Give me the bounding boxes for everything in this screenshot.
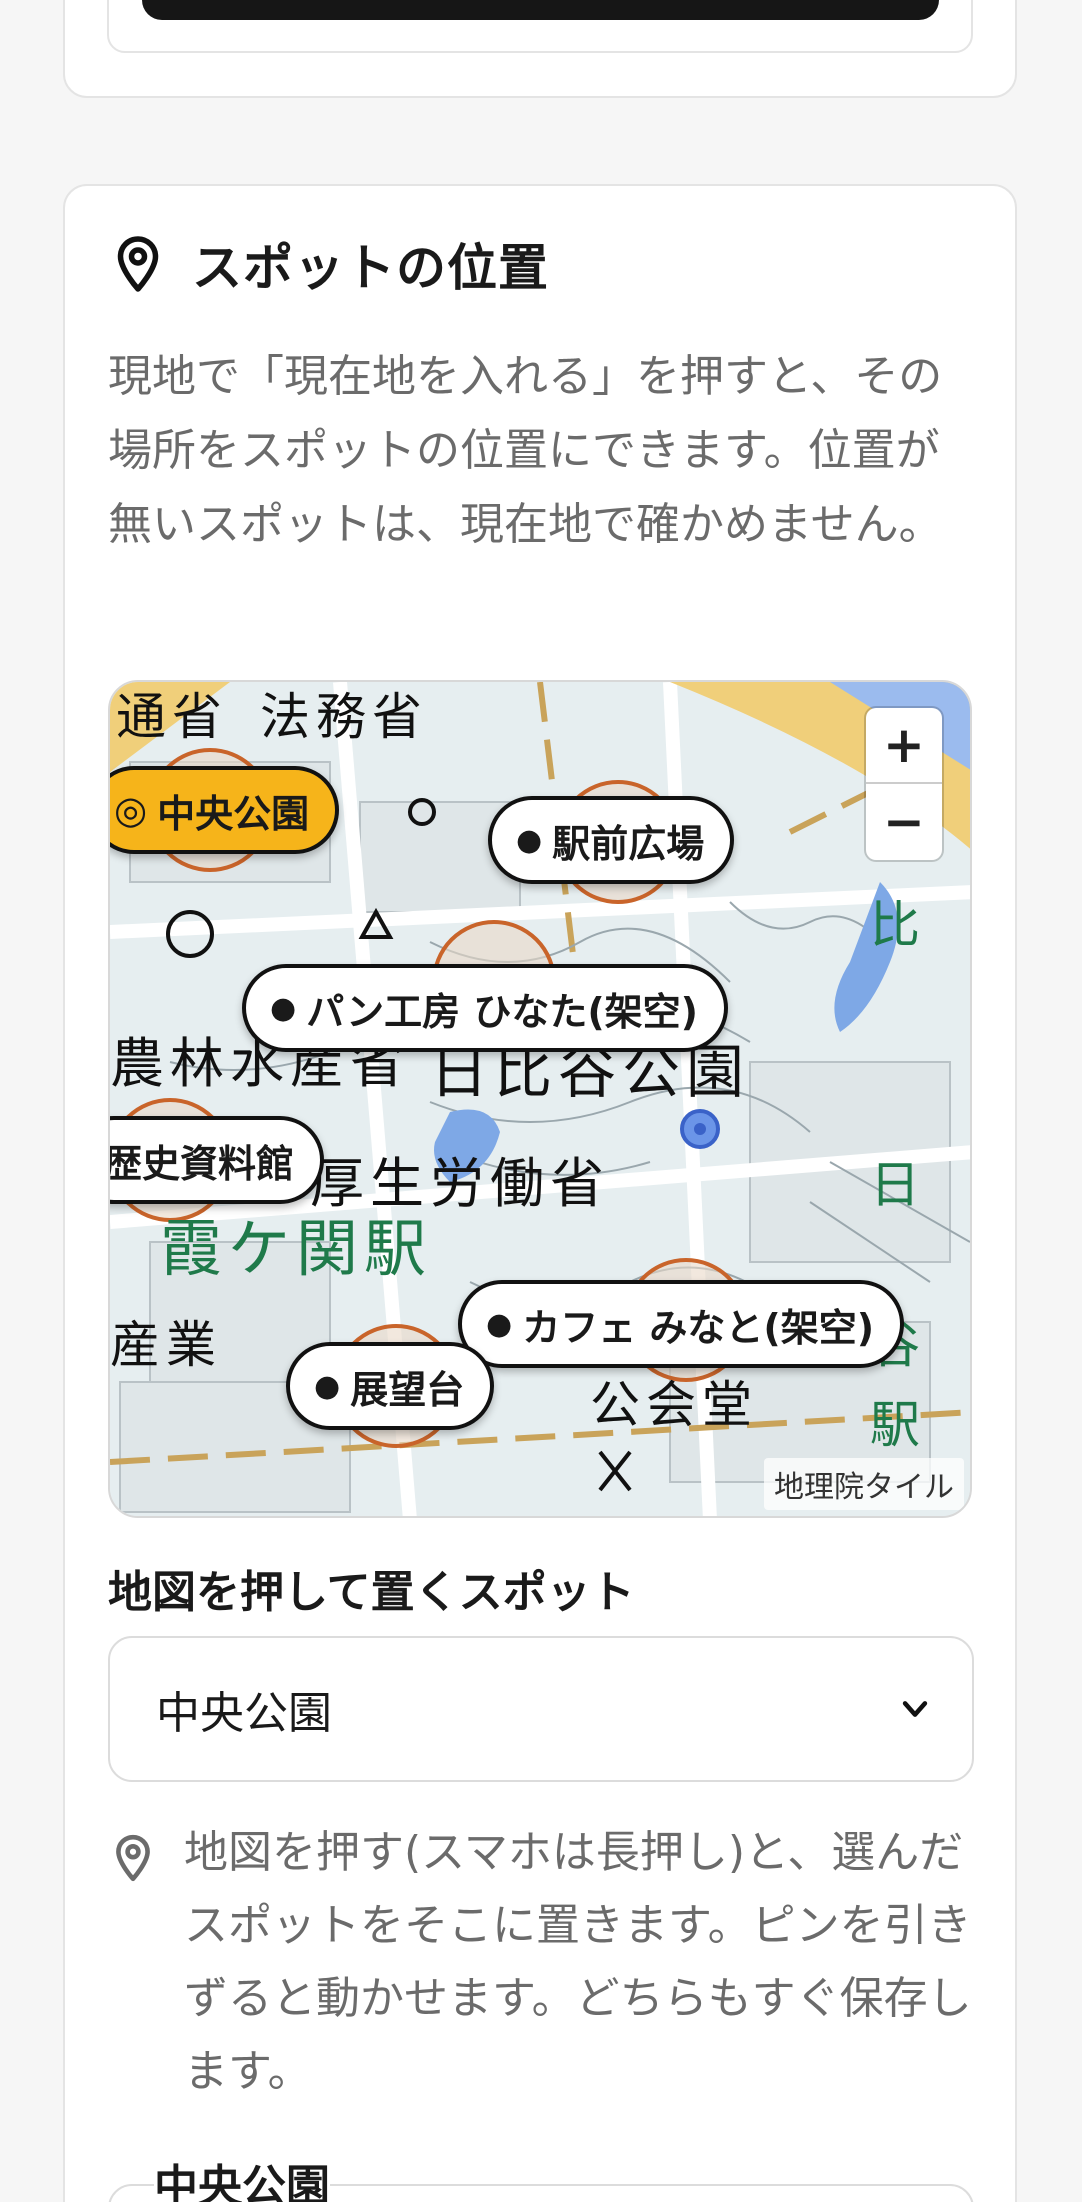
spot-marker-label: 中央公園 xyxy=(157,791,310,836)
spot-select[interactable]: 中央公園 xyxy=(108,1636,974,1782)
spot-select-value: 中央公園 xyxy=(156,1688,332,1739)
map-attribution[interactable]: 地理院タイル xyxy=(764,1458,964,1510)
spot-marker-label: カフェ みなと(架空) xyxy=(522,1305,875,1350)
map-place-label: 公会堂 xyxy=(590,1376,758,1434)
map-place-label: 産業 xyxy=(110,1316,222,1374)
spot-marker-label: 展望台 xyxy=(350,1367,465,1412)
zoom-out-button[interactable]: − xyxy=(866,784,942,860)
marker-dot-icon: ● xyxy=(314,1368,341,1404)
map-place-label: 比 xyxy=(870,896,926,954)
section-title: スポットの位置 xyxy=(192,239,549,297)
zoom-controls: + − xyxy=(866,708,942,860)
spot-marker-label: パン工房 ひなた(架空) xyxy=(306,989,699,1034)
spot-detail-title: 中央公園 xyxy=(154,2150,330,2202)
section-description: 現地で「現在地を入れる」を押すと、その場所をスポットの位置にできます。位置が無い… xyxy=(108,351,943,550)
previous-card-button[interactable] xyxy=(142,0,939,20)
section-header: スポットの位置 xyxy=(108,232,549,297)
spot-marker[interactable]: ● 駅前広場 xyxy=(488,796,735,884)
spot-marker-label: 歴史資料館 xyxy=(108,1141,295,1186)
chevron-down-icon xyxy=(902,1701,928,1717)
spot-marker[interactable]: ● パン工房 ひなた(架空) xyxy=(242,964,729,1052)
spot-marker[interactable]: 歴史資料館 xyxy=(108,1116,325,1204)
spot-map[interactable]: 通省法務省農林水産省日比谷公園厚生労働省霞ケ関駅産業公会堂日谷駅比 + − ◎ … xyxy=(108,680,972,1518)
marker-dot-icon: ● xyxy=(270,990,297,1026)
spot-marker[interactable]: ● 展望台 xyxy=(286,1342,495,1430)
map-pin-icon xyxy=(116,1834,150,1882)
map-place-label: 通省 xyxy=(116,688,228,746)
spot-marker-selected[interactable]: ◎ 中央公園 xyxy=(110,766,340,854)
page: スポットの位置 現地で「現在地を入れる」を押すと、その場所をスポットの位置にでき… xyxy=(0,0,1082,2202)
selected-ring-icon: ◎ xyxy=(114,788,148,832)
placement-hint: 地図を押す(スマホは長押し)と、選んだスポットをそこに置きます。ピンを引きずると… xyxy=(108,1816,978,2108)
map-place-label: 日 xyxy=(870,1156,926,1214)
placement-hint-text: 地図を押す(スマホは長押し)と、選んだスポットをそこに置きます。ピンを引きずると… xyxy=(184,1827,972,2097)
zoom-in-button[interactable]: + xyxy=(866,708,942,784)
spot-marker[interactable]: ● カフェ みなと(架空) xyxy=(458,1280,905,1368)
map-place-label: 霞ケ関駅 xyxy=(160,1212,432,1285)
map-place-label: 法務省 xyxy=(260,688,428,746)
marker-dot-icon: ● xyxy=(516,822,543,858)
map-pin-icon xyxy=(117,236,159,292)
map-place-label: 駅 xyxy=(870,1396,926,1454)
map-place-label: 厚生労働省 xyxy=(310,1152,610,1215)
spot-marker-label: 駅前広場 xyxy=(552,821,705,866)
placement-label: 地図を押して置くスポット xyxy=(108,1567,635,1618)
marker-dot-icon: ● xyxy=(486,1306,513,1342)
